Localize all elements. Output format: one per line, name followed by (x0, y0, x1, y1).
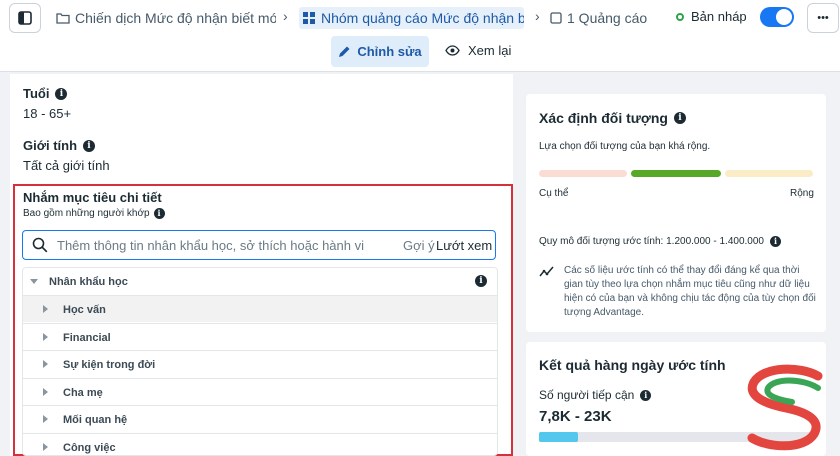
more-button[interactable]: ••• (807, 3, 839, 33)
meter-broad-label: Rộng (790, 188, 814, 199)
browse-link[interactable]: Lướt xem (436, 238, 492, 253)
audience-size-row: Quy mô đối tượng ước tính: 1.200.000 - 1… (539, 236, 781, 247)
tree-category-demographics[interactable]: Nhân khẩu học i (23, 268, 497, 295)
age-label: Tuổi (23, 86, 50, 101)
tree-item-label: Mối quan hệ (63, 414, 128, 426)
reach-value: 7,8K - 23K (539, 408, 612, 425)
mode-bar: Chỉnh sửa Xem lại (0, 36, 840, 72)
tree-item-education[interactable]: Học vấn (23, 295, 497, 322)
info-icon[interactable]: i (769, 236, 781, 247)
info-icon[interactable]: i (83, 139, 96, 152)
sidebar-icon (18, 11, 32, 25)
folder-icon (56, 12, 70, 24)
top-bar: Chiến dịch Mức độ nhận biết mới › Nhóm q… (0, 0, 840, 36)
breadcrumb-ad-set-label: Nhóm quảng cáo Mức độ nhận biết (321, 10, 524, 26)
publish-toggle[interactable] (760, 7, 794, 27)
audience-definition-heading: Xác định đối tượng i (539, 110, 686, 126)
tree-item-label: Cha mẹ (63, 387, 103, 399)
audience-breadth-text: Lựa chọn đối tượng của bạn khá rộng. (539, 141, 711, 152)
reach-label: Số người tiếp cận (539, 388, 635, 402)
chevron-right-icon (43, 360, 48, 368)
tree-item-label: Công việc (63, 442, 116, 454)
search-icon (32, 237, 48, 253)
breadcrumb-ad[interactable]: 1 Quảng cáo (550, 7, 650, 29)
grid-icon (302, 11, 316, 25)
chevron-right-icon (43, 443, 48, 451)
gender-value: Tất cả giới tính (23, 158, 110, 173)
meter-broad-active-segment (631, 170, 721, 177)
info-icon[interactable]: i (673, 112, 686, 124)
more-icon: ••• (817, 12, 829, 24)
age-value: 18 - 65+ (23, 106, 72, 121)
estimate-note: Các số liệu ước tính có thể thay đổi đán… (564, 265, 816, 318)
meter-specific-segment (539, 170, 627, 177)
breadcrumb-separator: › (283, 8, 288, 24)
review-tab[interactable]: Xem lại (445, 43, 511, 58)
info-icon[interactable]: i (153, 208, 165, 219)
status-badge: Bản nháp (676, 9, 747, 24)
breadcrumb-ad-label: 1 Quảng cáo (567, 10, 648, 26)
trend-icon (539, 266, 554, 277)
meter-too-broad-segment (725, 170, 813, 177)
tree-item-financial[interactable]: Financial (23, 323, 497, 350)
review-tab-label: Xem lại (468, 43, 512, 58)
audience-definition-title: Xác định đối tượng (539, 110, 668, 126)
watermark-logo (747, 364, 823, 451)
toggle-panel-button[interactable] (9, 3, 41, 33)
suggestions-link[interactable]: Gợi ý (403, 238, 435, 253)
tree-category-label: Nhân khẩu học (49, 276, 128, 288)
info-icon[interactable]: i (640, 389, 652, 401)
tree-item-relationship[interactable]: Mối quan hệ (23, 405, 497, 432)
tree-item-label: Sự kiện trong đời (63, 359, 156, 371)
eye-icon (445, 45, 460, 56)
search-input[interactable]: Thêm thông tin nhân khẩu học, sở thích h… (57, 238, 364, 253)
chevron-right-icon (43, 333, 48, 341)
edit-tab[interactable]: Chỉnh sửa (331, 36, 429, 67)
age-heading: Tuổi i (23, 86, 68, 101)
breadcrumb-campaign-label: Chiến dịch Mức độ nhận biết mới (75, 10, 276, 26)
chevron-right-icon (43, 388, 48, 396)
reach-bar-fill (539, 432, 578, 442)
status-label: Bản nháp (691, 9, 747, 24)
reach-heading: Số người tiếp cận i (539, 388, 652, 402)
detailed-targeting-heading: Nhắm mục tiêu chi tiết (23, 190, 162, 205)
chevron-right-icon (43, 415, 48, 423)
info-icon[interactable]: i (475, 275, 487, 287)
tree-item-work[interactable]: Công việc (23, 433, 497, 455)
meter-specific-label: Cụ thể (539, 188, 569, 199)
include-heading: Bao gồm những người khớp i (23, 208, 165, 219)
edit-tab-label: Chỉnh sửa (357, 44, 422, 59)
daily-results-title: Kết quả hàng ngày ước tính (539, 357, 726, 373)
status-dot-icon (676, 12, 684, 21)
gender-label: Giới tính (23, 138, 78, 153)
breadcrumb-separator: › (535, 8, 540, 24)
include-label: Bao gồm những người khớp (23, 208, 150, 219)
breadcrumb-campaign[interactable]: Chiến dịch Mức độ nhận biết mới (56, 7, 276, 29)
tree-item-label: Học vấn (63, 304, 106, 316)
targeting-tree: Nhân khẩu học i Học vấn Financial Sự kiệ… (22, 267, 498, 456)
audience-size-text: Quy mô đối tượng ước tính: 1.200.000 - 1… (539, 236, 764, 247)
toggle-knob (776, 9, 792, 25)
pencil-icon (339, 46, 350, 57)
chevron-right-icon (43, 305, 48, 313)
ad-icon (550, 12, 562, 24)
info-icon[interactable]: i (55, 87, 68, 100)
tree-item-parents[interactable]: Cha mẹ (23, 378, 497, 405)
breadcrumb-ad-set[interactable]: Nhóm quảng cáo Mức độ nhận biết (299, 7, 524, 29)
detailed-targeting-search[interactable]: Thêm thông tin nhân khẩu học, sở thích h… (22, 230, 496, 260)
gender-heading: Giới tính i (23, 138, 96, 153)
chevron-down-icon (30, 279, 38, 284)
tree-item-life-events[interactable]: Sự kiện trong đời (23, 350, 497, 377)
tree-item-label: Financial (63, 332, 111, 344)
